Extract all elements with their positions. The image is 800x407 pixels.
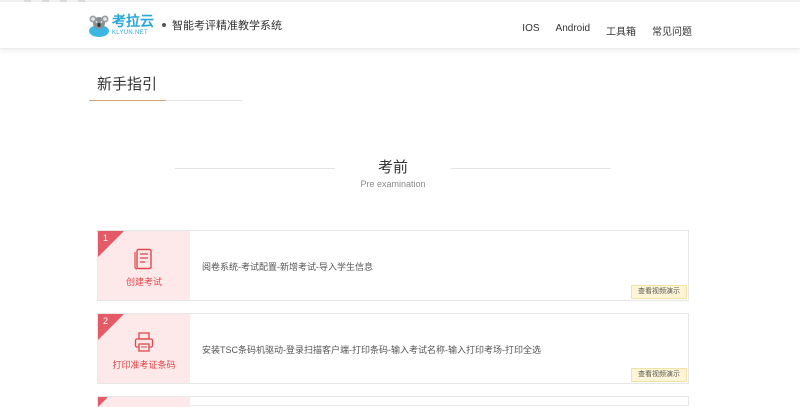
logo-separator-dot <box>162 23 166 27</box>
section-subtitle: Pre examination <box>360 179 426 189</box>
step-description: 安装TSC条码机驱动-登录扫描客户端-打印条码-输入考试名称-输入打印考场-打印… <box>202 345 541 355</box>
logo[interactable]: 考拉云 KLYUN.NET 智能考评精准教学系统 <box>88 12 282 38</box>
step-label: 打印准考证条码 <box>112 360 176 370</box>
step-badge-panel <box>98 397 190 407</box>
step-corner-ribbon <box>98 314 124 340</box>
logo-brand-name: 考拉云 <box>112 13 154 29</box>
printer-icon <box>134 332 154 352</box>
step-description: 阅卷系统-考试配置-新增考试-导入学生信息 <box>202 262 373 272</box>
step-label: 创建考试 <box>125 277 162 287</box>
step-card-print-barcode: 2 打印准考证条码 安装TSC条码机驱动-登录扫描客户端-打印条码-输入考试名称… <box>97 313 689 384</box>
step-card-partial <box>97 396 689 407</box>
page-title: 新手指引 <box>89 73 166 101</box>
step-badge-panel: 1 创建考试 <box>98 231 190 300</box>
document-list-icon <box>134 248 152 270</box>
step-corner-ribbon <box>98 231 124 257</box>
page-title-bar: 新手指引 <box>89 73 242 101</box>
section-heading: 考前 Pre examination <box>175 156 611 189</box>
system-subtitle: 智能考评精准教学系统 <box>172 20 282 32</box>
step-number: 1 <box>103 233 109 243</box>
step-number: 2 <box>103 316 109 326</box>
step-corner-ribbon <box>98 397 108 407</box>
step-card-create-exam: 1 创建考试 阅卷系统-考试配置-新增考试-导入学生信息 查看视频演示 <box>97 230 689 301</box>
divider-left <box>175 168 335 169</box>
section-title: 考前 <box>377 159 408 176</box>
koala-logo-icon <box>89 15 109 37</box>
divider-right <box>451 168 611 169</box>
nav-link-faq[interactable]: 常见问题 <box>652 23 692 38</box>
top-navbar: 考拉云 KLYUN.NET 智能考评精准教学系统 IOS Android 工具箱… <box>0 2 800 49</box>
nav-link-android[interactable]: Android <box>556 23 590 38</box>
logo-domain: KLYUN.NET <box>112 30 148 36</box>
view-video-demo-button[interactable]: 查看视频演示 <box>631 368 687 382</box>
step-badge-panel: 2 打印准考证条码 <box>98 314 190 383</box>
nav-link-ios[interactable]: IOS <box>522 23 539 38</box>
nav-links: IOS Android 工具箱 常见问题 <box>522 23 692 38</box>
nav-link-toolbox[interactable]: 工具箱 <box>606 23 636 38</box>
view-video-demo-button[interactable]: 查看视频演示 <box>631 285 687 299</box>
